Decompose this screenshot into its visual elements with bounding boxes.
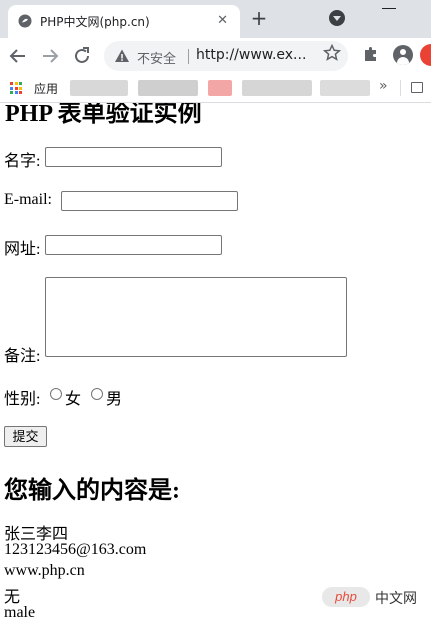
output-email: 123123456@163.com [4, 541, 147, 558]
result-heading: 您输入的内容是: [4, 478, 180, 504]
update-menu-icon[interactable] [420, 44, 431, 66]
divider [188, 49, 189, 64]
blurred-bookmark[interactable] [208, 80, 232, 96]
email-input[interactable] [61, 191, 238, 211]
star-icon[interactable] [323, 44, 341, 62]
forward-icon[interactable] [38, 44, 62, 68]
address-bar[interactable]: 不安全 http://www.ex... [104, 41, 348, 71]
minimize-icon[interactable] [382, 8, 396, 9]
website-input[interactable] [45, 235, 222, 255]
watermark-badge: php [322, 587, 370, 607]
gender-radio-male[interactable] [91, 388, 103, 400]
page-title: PHP 表单验证实例 [5, 103, 202, 127]
browser-tab[interactable]: PHP中文网(php.cn) ✕ [8, 5, 240, 38]
name-input[interactable] [45, 147, 222, 167]
reload-icon[interactable] [70, 44, 94, 68]
gender-option-female[interactable]: 女 [65, 385, 81, 409]
php-favicon-icon [18, 14, 32, 28]
blurred-bookmark[interactable] [320, 80, 370, 96]
comment-textarea[interactable] [45, 277, 347, 357]
close-icon[interactable]: ✕ [217, 13, 228, 28]
output-gender: male [4, 604, 36, 621]
gender-label: 性别: [4, 391, 41, 408]
website-label: 网址: [4, 241, 41, 258]
tab-title: PHP中文网(php.cn) [40, 15, 150, 29]
tab-strip: PHP中文网(php.cn) ✕ + [0, 0, 431, 38]
watermark-text: 中文网 [375, 591, 417, 607]
extensions-icon[interactable] [362, 45, 380, 63]
submit-button[interactable]: 提交 [4, 426, 47, 447]
name-label: 名字: [4, 153, 41, 170]
comment-label: 备注: [4, 348, 41, 365]
security-label: 不安全 [137, 52, 177, 67]
blurred-bookmark[interactable] [138, 80, 198, 96]
bookmarks-bar: 应用 » [0, 74, 431, 103]
warning-icon[interactable] [114, 48, 130, 64]
reading-list-icon[interactable] [411, 82, 423, 93]
browser-toolbar: 不安全 http://www.ex... [0, 38, 431, 74]
site-watermark: php 中文网 [322, 587, 426, 607]
bookmarks-overflow-icon[interactable]: » [379, 78, 388, 94]
apps-grid-icon[interactable] [10, 82, 22, 94]
tab-search-icon[interactable] [329, 10, 345, 26]
profile-icon[interactable] [393, 45, 413, 65]
apps-label[interactable]: 应用 [34, 80, 58, 97]
email-label: E-mail: [4, 191, 52, 208]
gender-option-male[interactable]: 男 [106, 385, 122, 409]
gender-radio-female[interactable] [50, 388, 62, 400]
blurred-bookmark[interactable] [242, 80, 312, 96]
output-website: www.php.cn [4, 562, 85, 579]
back-icon[interactable] [6, 44, 30, 68]
blurred-bookmark[interactable] [70, 80, 128, 96]
divider [400, 80, 401, 96]
plus-icon[interactable]: + [249, 8, 269, 28]
page-content: PHP 表单验证实例 名字: E-mail: 网址: 备注: 性别: 女 男 提… [0, 103, 431, 629]
url-text[interactable]: http://www.ex... [196, 47, 306, 63]
